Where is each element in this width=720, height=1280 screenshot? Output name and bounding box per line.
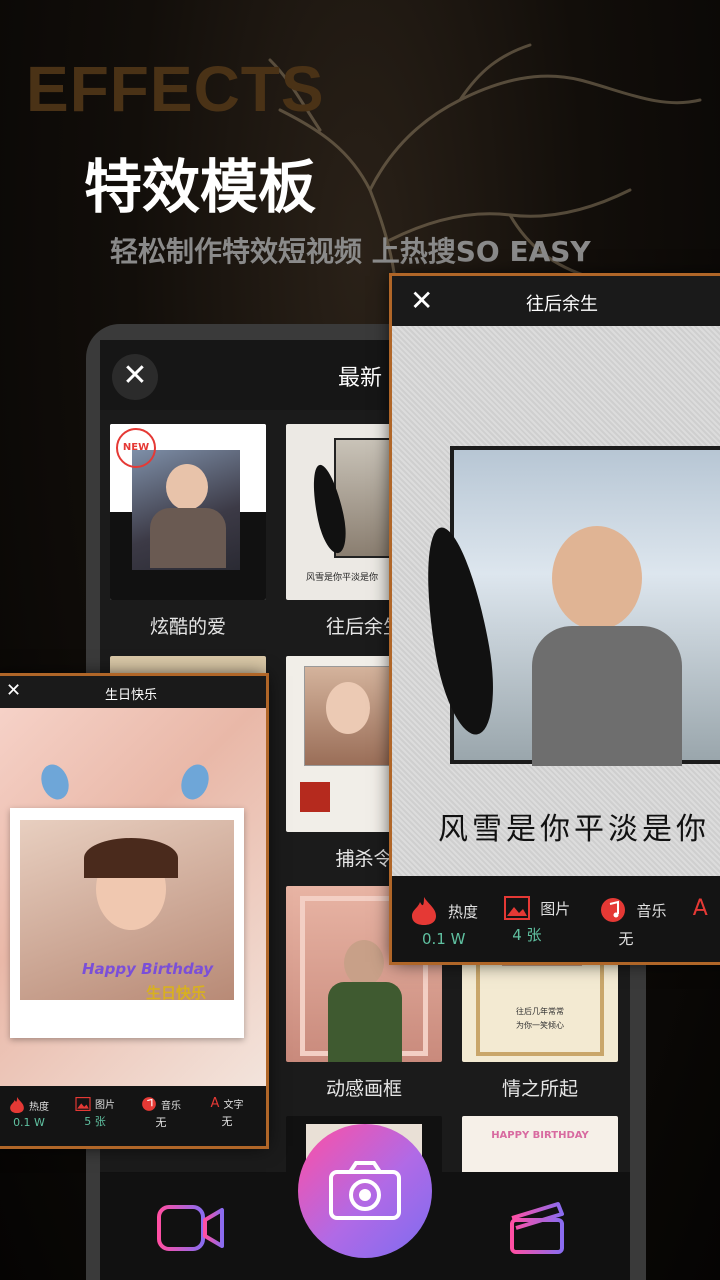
heart-icon <box>36 760 74 804</box>
template-preview-card-left[interactable]: ✕ 生日快乐 Happy Birthday 生日快乐 热度 0.1 W 图片 5… <box>0 676 266 1146</box>
camera-icon <box>329 1161 401 1220</box>
text-icon: A <box>210 1096 220 1111</box>
flame-icon <box>10 1097 24 1113</box>
stat-images: 图片 5 张 <box>62 1086 128 1146</box>
image-icon <box>75 1096 91 1111</box>
happy-birthday-text: Happy Birthday <box>82 960 214 978</box>
preview-image: 风雪是你平淡是你 <box>392 326 720 876</box>
template-thumbnail: HAPPY BIRTHDAY <box>462 1116 618 1176</box>
video-camera-icon[interactable] <box>156 1202 226 1254</box>
stat-heat: 热度 0.1 W <box>0 1086 62 1146</box>
text-icon: A <box>692 896 708 921</box>
preview-image: Happy Birthday 生日快乐 <box>0 708 266 1086</box>
stat-images: 图片 4 张 <box>504 876 598 962</box>
template-stats: 热度 0.1 W 图片 4 张 音乐 无 A <box>392 876 720 962</box>
page-subtitle: 轻松制作特效短视频 上热搜SO EASY <box>110 235 591 268</box>
tile-caption-1: 往后几年常常 <box>516 1007 564 1016</box>
template-preview-card-right[interactable]: ✕ 往后余生 风雪是你平淡是你 热度 0.1 W 图片 4 张 音乐 无 A <box>392 276 720 962</box>
stat-text: A <box>693 876 720 962</box>
music-icon <box>142 1097 156 1111</box>
heart-icon <box>176 760 214 804</box>
card-header: ✕ 往后余生 <box>392 276 720 326</box>
template-tile-8[interactable]: HAPPY BIRTHDAY <box>462 1116 618 1176</box>
template-label: 炫酷的爱 <box>149 616 226 638</box>
card-header: ✕ 生日快乐 <box>0 676 266 708</box>
flame-icon <box>412 897 436 925</box>
template-label: 情之所起 <box>501 1078 578 1100</box>
template-label: 动感画框 <box>325 1078 402 1100</box>
clapperboard-icon[interactable] <box>508 1198 566 1256</box>
birthday-cn-text: 生日快乐 <box>146 984 207 1002</box>
card-title: 生日快乐 <box>104 688 157 703</box>
stat-music: 音乐 无 <box>599 876 693 962</box>
template-tile-1[interactable]: NEW 炫酷的爱 <box>110 424 266 639</box>
camera-button[interactable] <box>298 1124 432 1258</box>
card-title: 往后余生 <box>526 294 598 315</box>
new-badge-icon: NEW <box>116 428 156 468</box>
image-icon <box>504 896 531 920</box>
stat-text: A 文字 无 <box>210 1096 244 1128</box>
template-thumbnail: NEW <box>110 424 266 600</box>
stat-heat: 热度 0.1 W <box>410 876 504 962</box>
music-icon <box>600 898 625 922</box>
close-button[interactable]: ✕ <box>112 354 158 400</box>
screen-title: 最新 <box>338 366 383 391</box>
birthday-banner: HAPPY BIRTHDAY <box>491 1130 589 1141</box>
template-stats: 热度 0.1 W 图片 5 张 音乐 无 A 文字 无 <box>0 1086 266 1146</box>
stat-music: 音乐 无 <box>128 1086 194 1146</box>
page-title: 特效模板 <box>84 153 317 221</box>
effects-heading: EFFECTS <box>26 53 325 125</box>
preview-poem: 风雪是你平淡是你 <box>438 812 710 847</box>
tile-caption-2: 为你一笑倾心 <box>516 1021 564 1030</box>
